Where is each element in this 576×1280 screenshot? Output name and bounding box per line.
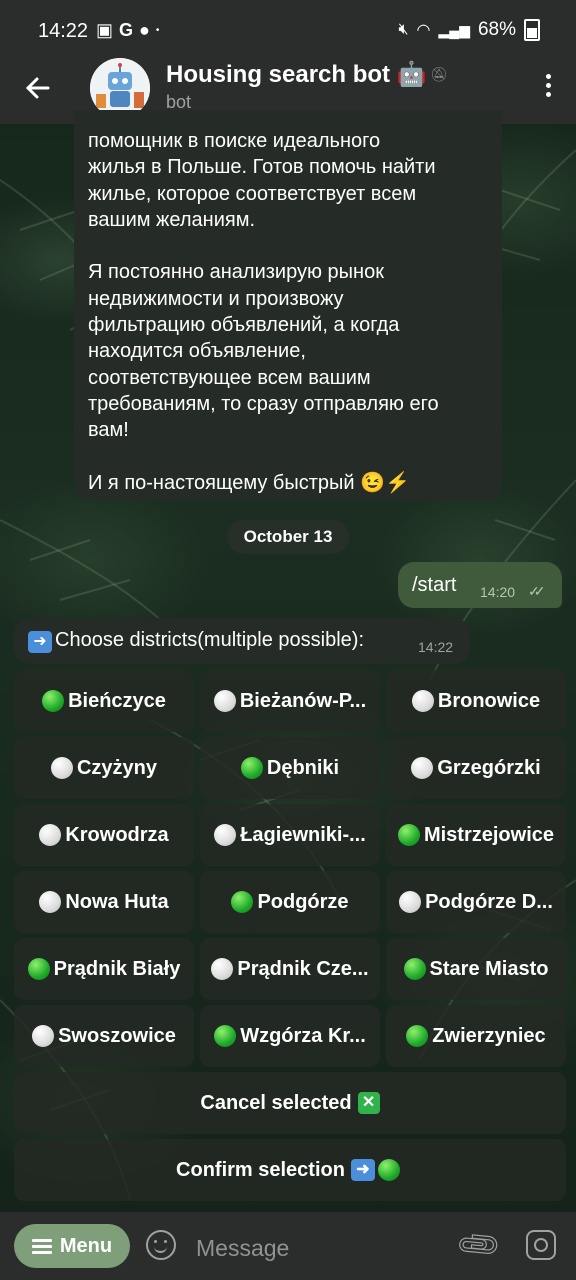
selected-circle-icon [42,690,65,712]
district-label: Grzegórzki [437,756,541,779]
confirm-selection-button[interactable]: Confirm selection ➜ [14,1139,566,1201]
chat-title[interactable]: Housing search bot 🤖 [166,60,427,89]
district-label: Krowodrza [65,823,169,846]
battery-icon [524,19,540,41]
keyboard-message-time: 14:22 [418,639,454,655]
district-button[interactable]: Bieńczyce [14,670,194,732]
district-label: Wzgórza Kr... [240,1024,366,1047]
district-button[interactable]: Wzgórza Kr... [200,1005,380,1067]
mute-icon: 🔇︎ [398,21,409,38]
battery-percent: 68% [477,19,516,40]
menu-button[interactable]: Menu [14,1224,130,1268]
unselected-circle-icon [213,690,236,712]
district-button[interactable]: Zwierzyniec [386,1005,566,1067]
district-label: Zwierzyniec [432,1024,546,1047]
district-label: Czyżyny [76,756,158,779]
unselected-circle-icon [399,891,422,913]
district-button[interactable]: Podgórze D... [386,871,566,933]
incoming-message-text: помощник в поиске идеального жилья в Пол… [88,130,439,494]
unselected-circle-icon [39,891,62,913]
emoji-icon[interactable] [146,1230,176,1260]
unselected-circle-icon [39,824,62,846]
system-icons: 🔇︎ ◠ ▂▄▆ 68% [398,19,540,41]
unselected-circle-icon [411,757,434,779]
district-label: Prądnik Cze... [237,957,369,980]
read-checkmarks-icon: ✓✓ [528,583,546,599]
robot-emoji-icon: 🤖 [396,61,427,88]
district-label: Bieńczyce [68,689,166,712]
outgoing-message-text: /start [412,574,457,596]
district-label: Podgórze D... [425,890,553,913]
selected-circle-icon [214,1025,237,1047]
camera-icon[interactable] [526,1230,556,1260]
district-button[interactable]: Krowodrza [14,804,194,866]
right-arrow-emoji-icon: ➜ [350,1159,375,1181]
district-button[interactable]: Prądnik Biały [14,938,194,1000]
more-options-icon[interactable] [544,74,552,102]
status-time: 14:22 [38,20,89,42]
back-arrow-icon[interactable] [24,74,52,107]
wifi-icon: ◠ [416,22,431,39]
unselected-circle-icon [214,824,237,846]
district-label: Łagiewniki-... [240,823,366,846]
signal-icon: ▂▄▆ [438,21,470,38]
district-button[interactable]: Grzegórzki [386,737,566,799]
district-label: Podgórze [257,890,349,913]
district-button[interactable]: Dębniki [200,737,380,799]
selected-circle-icon [403,958,426,980]
unselected-circle-icon [50,757,73,779]
dot-icon: • [155,25,160,36]
notification-icons: ▣ G ● • [96,20,159,42]
district-button[interactable]: Stare Miasto [386,938,566,1000]
attach-icon[interactable]: 📎︎ [453,1220,505,1271]
message-input[interactable] [194,1230,438,1266]
district-label: Mistrzejowice [423,823,555,846]
district-button[interactable]: Łagiewniki-... [200,804,380,866]
district-button[interactable]: Bieżanów-P... [200,670,380,732]
unselected-circle-icon [211,958,234,980]
gallery-icon: ▣ [96,20,114,40]
district-button[interactable]: Czyżyny [14,737,194,799]
selected-circle-icon [240,757,263,779]
chat-icon: ● [139,20,150,40]
selected-circle-icon [231,891,254,913]
selected-circle-icon [406,1025,429,1047]
district-button[interactable]: Podgórze [200,871,380,933]
district-button[interactable]: Prądnik Cze... [200,938,380,1000]
district-button[interactable]: Bronowice [386,670,566,732]
date-separator: October 13 [227,520,349,554]
district-button[interactable]: Mistrzejowice [386,804,566,866]
selected-circle-icon [27,958,50,980]
district-button[interactable]: Swoszowice [14,1005,194,1067]
district-label: Nowa Huta [65,890,169,913]
muted-icon: 🔕︎ [430,66,448,82]
cross-mark-emoji-icon: ✕ [357,1092,380,1114]
unselected-circle-icon [411,690,434,712]
district-label: Bieżanów-P... [239,689,367,712]
district-label: Bronowice [437,689,541,712]
district-label: Swoszowice [58,1024,176,1047]
bot-avatar[interactable] [90,58,150,118]
district-button[interactable]: Nowa Huta [14,871,194,933]
keyboard-prompt: ➜ Choose districts(multiple possible): [28,629,364,653]
district-label: Stare Miasto [429,957,549,980]
google-icon: G [119,20,134,40]
outgoing-message-time: 14:20 [480,584,516,600]
unselected-circle-icon [32,1025,55,1047]
district-label: Dębniki [266,756,340,779]
message-composer: Menu 📎︎ [0,1212,576,1280]
hamburger-icon [31,1239,52,1254]
selected-circle-icon [397,824,420,846]
right-arrow-emoji-icon: ➜ [28,631,52,653]
green-circle-icon [377,1159,400,1181]
status-bar: 14:22 ▣ G ● • 🔇︎ ◠ ▂▄▆ 68% [0,0,576,62]
cancel-selected-button[interactable]: Cancel selected ✕ [14,1072,566,1134]
district-label: Prądnik Biały [53,957,181,980]
